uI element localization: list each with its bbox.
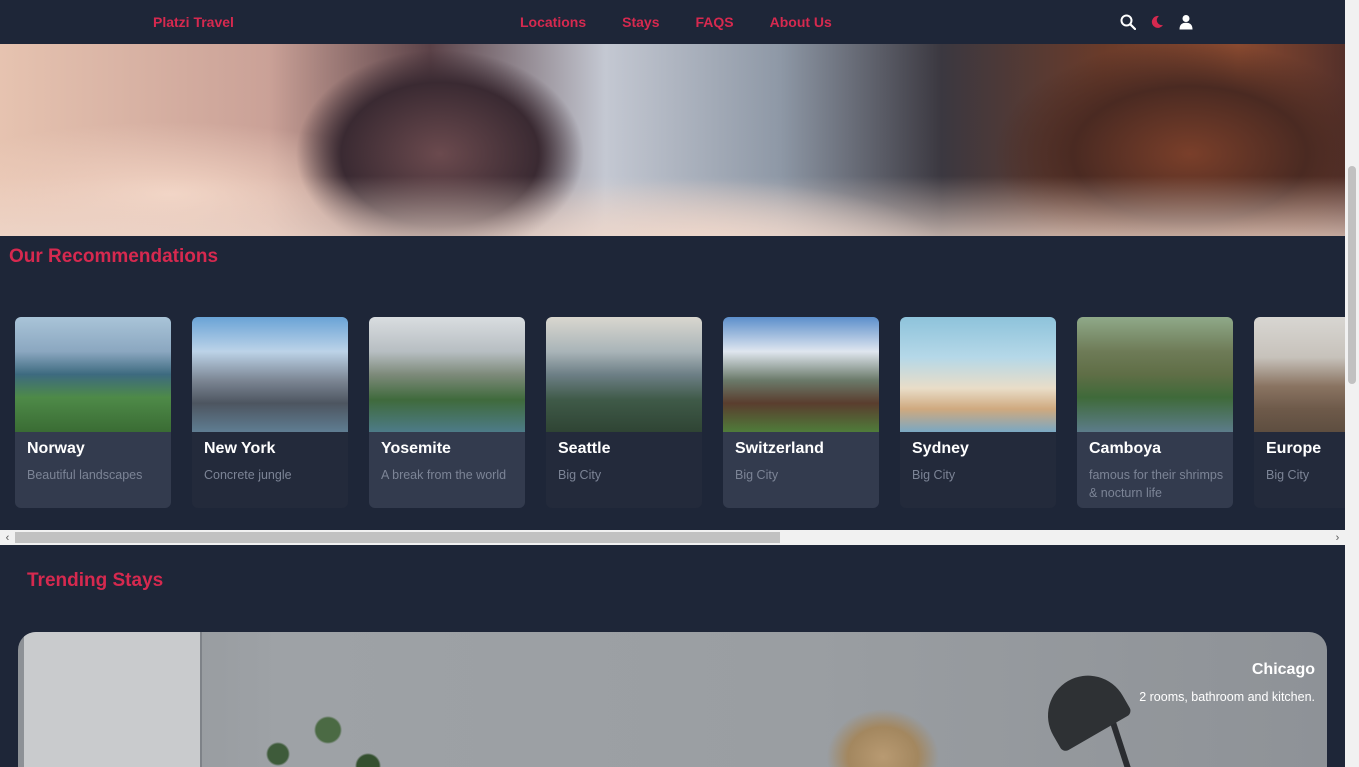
- card-europe[interactable]: Europe Big City: [1254, 317, 1345, 508]
- card-norway[interactable]: Norway Beautiful landscapes: [15, 317, 171, 508]
- card-image: [723, 317, 879, 432]
- card-description: Big City: [558, 468, 602, 482]
- header-actions: [1118, 12, 1196, 32]
- card-image: [192, 317, 348, 432]
- hero-banner-image: [0, 44, 1345, 236]
- main-nav: Locations Stays FAQS About Us: [520, 14, 832, 30]
- nav-link-faqs[interactable]: FAQS: [695, 14, 733, 30]
- card-title: Norway: [27, 440, 85, 457]
- nav-link-stays[interactable]: Stays: [622, 14, 659, 30]
- stay-image-plant: [218, 682, 418, 767]
- scroll-left-arrow-icon[interactable]: ‹: [0, 530, 15, 545]
- scroll-right-arrow-icon[interactable]: ›: [1330, 530, 1345, 545]
- page-scrollbar[interactable]: [1345, 0, 1359, 767]
- card-switzerland[interactable]: Switzerland Big City: [723, 317, 879, 508]
- card-new-york[interactable]: New York Concrete jungle: [192, 317, 348, 508]
- card-camboya[interactable]: Camboya famous for their shrimps & noctu…: [1077, 317, 1233, 508]
- card-yosemite[interactable]: Yosemite A break from the world: [369, 317, 525, 508]
- trending-title: Trending Stays: [27, 570, 164, 591]
- brand-logo-link[interactable]: Platzi Travel: [153, 14, 234, 30]
- card-description: Big City: [735, 468, 779, 482]
- card-title: Switzerland: [735, 440, 824, 457]
- card-title: Europe: [1266, 440, 1322, 457]
- card-description: Beautiful landscapes: [27, 468, 143, 482]
- card-description: Big City: [912, 468, 956, 482]
- card-image: [546, 317, 702, 432]
- nav-link-locations[interactable]: Locations: [520, 14, 586, 30]
- card-description: Concrete jungle: [204, 468, 292, 482]
- carousel-scrollbar[interactable]: ‹ ›: [0, 530, 1345, 545]
- page-scrollbar-thumb[interactable]: [1348, 166, 1356, 384]
- card-image: [1254, 317, 1345, 432]
- card-title: New York: [204, 440, 276, 457]
- card-title: Sydney: [912, 440, 969, 457]
- stay-description: 2 rooms, bathroom and kitchen.: [1139, 690, 1315, 704]
- stay-title: Chicago: [1251, 661, 1315, 678]
- stay-image-pampas: [808, 652, 958, 767]
- card-title: Seattle: [558, 440, 611, 457]
- card-image: [15, 317, 171, 432]
- carousel-scrollbar-thumb[interactable]: [15, 532, 780, 543]
- search-icon[interactable]: [1118, 12, 1138, 32]
- card-description: famous for their shrimps & nocturn life: [1089, 468, 1224, 500]
- card-description: Big City: [1266, 468, 1310, 482]
- card-sydney[interactable]: Sydney Big City: [900, 317, 1056, 508]
- recommendations-carousel[interactable]: Norway Beautiful landscapes New York Con…: [0, 317, 1345, 512]
- stay-image-door: [24, 632, 202, 767]
- stay-card-chicago[interactable]: Chicago 2 rooms, bathroom and kitchen.: [18, 632, 1327, 767]
- user-icon[interactable]: [1176, 12, 1196, 32]
- card-image: [1077, 317, 1233, 432]
- card-title: Yosemite: [381, 440, 451, 457]
- nav-link-about-us[interactable]: About Us: [770, 14, 832, 30]
- card-image: [900, 317, 1056, 432]
- card-title: Camboya: [1089, 440, 1162, 457]
- card-image: [369, 317, 525, 432]
- moon-icon[interactable]: [1147, 12, 1167, 32]
- card-seattle[interactable]: Seattle Big City: [546, 317, 702, 508]
- top-navbar: Platzi Travel Locations Stays FAQS About…: [0, 0, 1345, 44]
- card-description: A break from the world: [381, 468, 507, 482]
- recommendations-title: Our Recommendations: [9, 246, 219, 267]
